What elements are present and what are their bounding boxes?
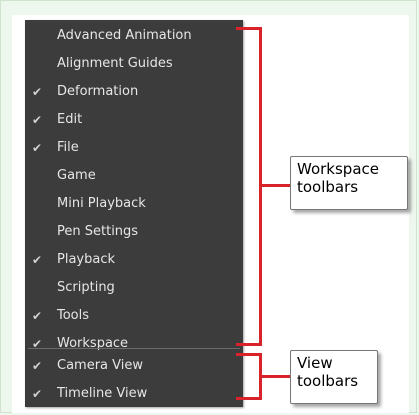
check-icon: ✔ — [31, 309, 43, 323]
menu-item-edit[interactable]: ✔ Edit — [25, 106, 243, 134]
menu-item-deformation[interactable]: ✔ Deformation — [25, 78, 243, 106]
menu-item-scripting[interactable]: Scripting — [25, 274, 243, 302]
check-icon: ✔ — [31, 253, 43, 267]
menu-item-file[interactable]: ✔ File — [25, 134, 243, 162]
workspace-connector-line — [262, 184, 290, 187]
check-icon: ✔ — [31, 387, 43, 401]
menu-item-mini-playback[interactable]: Mini Playback — [25, 190, 243, 218]
check-icon: ✔ — [31, 141, 43, 155]
menu-item-camera-view[interactable]: ✔ Camera View — [25, 352, 243, 380]
menu-item-timeline-view[interactable]: ✔ Timeline View — [25, 380, 243, 408]
view-bracket — [236, 353, 262, 400]
toolbars-menu: Advanced Animation Alignment Guides ✔ De… — [25, 20, 243, 407]
check-icon: ✔ — [31, 113, 43, 127]
view-connector-line — [262, 375, 290, 378]
workspace-bracket — [236, 27, 262, 346]
menu-item-tools[interactable]: ✔ Tools — [25, 302, 243, 330]
check-icon: ✔ — [31, 359, 43, 373]
menu-item-advanced-animation[interactable]: Advanced Animation — [25, 22, 243, 50]
check-icon: ✔ — [31, 85, 43, 99]
menu-item-playback[interactable]: ✔ Playback — [25, 246, 243, 274]
menu-separator — [28, 348, 240, 349]
menu-item-game[interactable]: Game — [25, 162, 243, 190]
menu-item-pen-settings[interactable]: Pen Settings — [25, 218, 243, 246]
workspace-toolbars-callout: Workspace toolbars — [290, 156, 408, 210]
menu-item-alignment-guides[interactable]: Alignment Guides — [25, 50, 243, 78]
view-toolbars-callout: View toolbars — [290, 350, 378, 404]
